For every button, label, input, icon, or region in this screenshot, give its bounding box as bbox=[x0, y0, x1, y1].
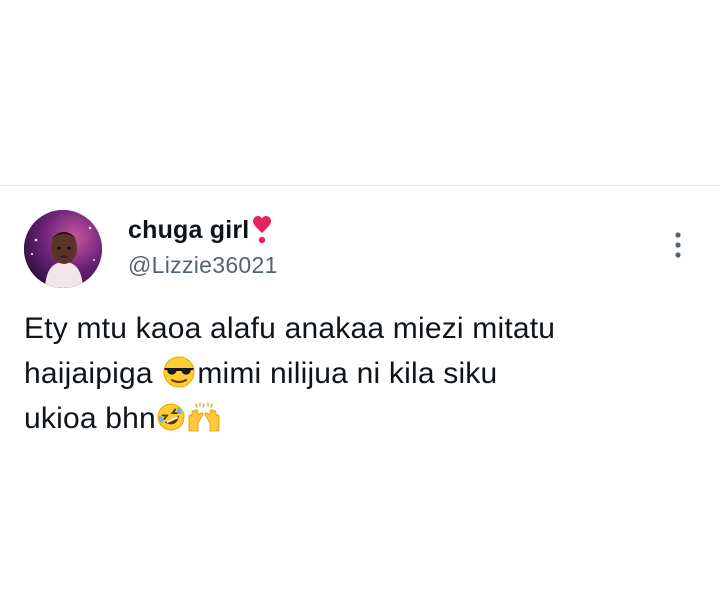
raising-hands-icon bbox=[188, 402, 220, 432]
tweet-text: Ety mtu kaoa alafu anakaa miezi mitatu h… bbox=[24, 306, 694, 441]
sunglasses-face-icon bbox=[163, 356, 195, 388]
tweet-text-line-3: ukioa bhn bbox=[24, 396, 694, 441]
name-row: chuga girl bbox=[128, 214, 278, 246]
avatar-photo bbox=[24, 210, 102, 288]
tweet-text-line-2-start: haijaipiga bbox=[24, 357, 162, 390]
rolling-laughing-face-icon bbox=[157, 403, 185, 431]
tweet-text-line-2-end: mimi nilijua ni kila siku bbox=[197, 357, 498, 390]
screenshot-page: chuga girl @Lizzie36021 Ety mtu kaoa ala… bbox=[0, 0, 720, 608]
display-name[interactable]: chuga girl bbox=[128, 216, 249, 245]
tweet-text-line-1-content: Ety mtu kaoa alafu anakaa miezi mitatu bbox=[24, 312, 556, 345]
user-handle[interactable]: @Lizzie36021 bbox=[128, 252, 278, 279]
avatar[interactable] bbox=[24, 210, 102, 288]
tweet-text-line-2: haijaipiga mimi nilijua ni kila siku bbox=[24, 351, 694, 396]
more-vertical-icon[interactable] bbox=[668, 230, 688, 260]
tweet-header: chuga girl @Lizzie36021 bbox=[128, 214, 278, 279]
tweet-text-line-3-content: ukioa bhn bbox=[24, 402, 156, 435]
tweet-card[interactable]: chuga girl @Lizzie36021 Ety mtu kaoa ala… bbox=[0, 186, 720, 608]
tweet-text-line-1: Ety mtu kaoa alafu anakaa miezi mitatu bbox=[24, 306, 694, 351]
heart-exclamation-icon bbox=[253, 216, 272, 244]
